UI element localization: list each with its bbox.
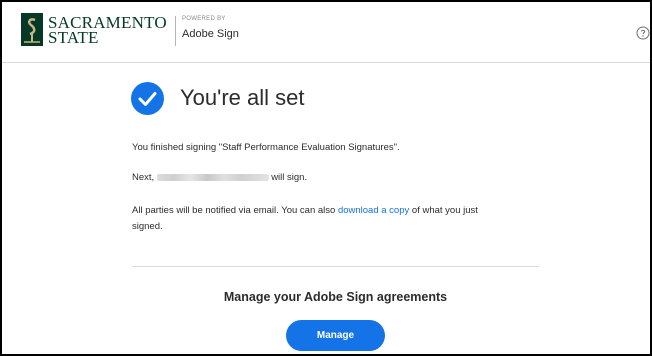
adobe-sign-label: Adobe Sign [182,28,239,40]
next-prefix: Next, [132,172,155,183]
page-frame: SACRAMENTO STATE POWERED BY Adobe Sign Y… [0,0,652,356]
section-divider [132,266,539,267]
manage-button[interactable]: Manage [286,320,385,351]
powered-by-label: POWERED BY [182,16,226,22]
notify-text-line2: signed. [132,221,163,232]
manage-heading: Manage your Adobe Sign agreements [223,290,448,304]
header-bar: SACRAMENTO STATE POWERED BY Adobe Sign [2,2,650,63]
success-title: You're all set [180,85,305,110]
finished-signing-text: You finished signing "Staff Performance … [132,142,400,153]
checkmark-circle-icon [131,82,164,115]
download-copy-link[interactable]: download a copy [338,205,409,216]
sacramento-state-logo-icon [21,13,43,46]
header-divider [175,16,176,46]
next-suffix: will sign. [271,172,308,183]
redacted-signer-name [157,173,270,181]
next-signer-text: Next, will sign. [132,172,307,183]
brand-name-line2: STATE [48,28,99,47]
notify-suffix: of what you just [411,205,478,216]
help-icon[interactable] [636,26,650,40]
notify-text: All parties will be notified via email. … [132,205,478,216]
notify-prefix: All parties will be notified via email. … [132,205,336,216]
